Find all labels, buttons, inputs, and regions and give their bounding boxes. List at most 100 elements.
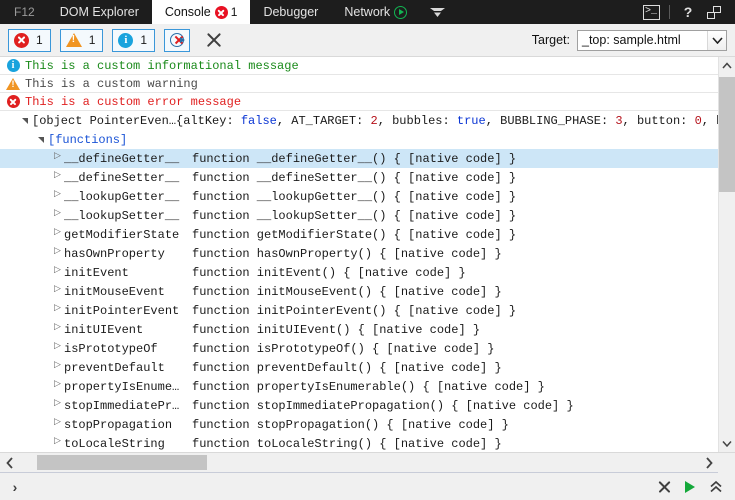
function-row[interactable]: __defineGetter__function __defineGetter_… (0, 149, 718, 168)
console-message-text: This is a custom warning (22, 77, 198, 91)
expander-collapsed-icon[interactable] (54, 230, 60, 240)
run-script-button[interactable] (677, 475, 703, 499)
toolbar-divider (669, 5, 670, 19)
chevron-down-icon[interactable] (420, 0, 455, 24)
function-value: function initUIEvent() { [native code] } (192, 323, 480, 337)
scroll-left-button[interactable] (0, 453, 19, 473)
console-message-warning[interactable]: This is a custom warning (0, 75, 718, 93)
console-message-text: This is a custom error message (22, 95, 241, 109)
function-row[interactable]: toLocaleStringfunction toLocaleString() … (0, 434, 718, 452)
target-label: Target: (532, 33, 570, 47)
expander-collapsed-icon[interactable] (54, 344, 60, 354)
console-input[interactable] (24, 476, 651, 498)
vertical-scroll-thumb[interactable] (719, 77, 735, 192)
expander-collapsed-icon[interactable] (54, 325, 60, 335)
warning-icon (4, 78, 22, 90)
function-row[interactable]: __lookupSetter__function __lookupSetter_… (0, 206, 718, 225)
prompt-chevron-icon: › (6, 479, 24, 495)
function-name: __lookupSetter__ (64, 209, 192, 223)
preview-number: 2 (370, 114, 377, 128)
function-value: function initMouseEvent() { [native code… (192, 285, 502, 299)
function-row[interactable]: hasOwnPropertyfunction hasOwnProperty() … (0, 244, 718, 263)
clear-on-navigate-toggle[interactable] (164, 29, 190, 52)
expander-collapsed-icon[interactable] (54, 439, 60, 449)
tab-dom-explorer[interactable]: DOM Explorer (47, 0, 152, 24)
expand-input-button[interactable] (703, 475, 729, 499)
window-restore-icon[interactable] (701, 0, 727, 24)
function-value: function __defineGetter__() { [native co… (192, 152, 516, 166)
console-message-info[interactable]: This is a custom informational message (0, 57, 718, 75)
function-row[interactable]: __defineSetter__function __defineSetter_… (0, 168, 718, 187)
expander-collapsed-icon[interactable] (54, 306, 60, 316)
function-row[interactable]: preventDefaultfunction preventDefault() … (0, 358, 718, 377)
error-icon (14, 33, 29, 48)
errors-filter-button[interactable]: 1 (8, 29, 51, 52)
chevron-left-icon (6, 457, 14, 469)
help-icon[interactable]: ? (675, 0, 701, 24)
tab-console-error-badge: 1 (215, 5, 238, 19)
chevron-right-icon (705, 457, 713, 469)
expander-collapsed-icon[interactable] (54, 249, 60, 259)
function-row[interactable]: getModifierStatefunction getModifierStat… (0, 225, 718, 244)
expander-collapsed-icon[interactable] (54, 401, 60, 411)
function-row[interactable]: initUIEventfunction initUIEvent() { [nat… (0, 320, 718, 339)
devtools-tabbar: F12 DOM Explorer Console 1 Debugger Netw… (0, 0, 735, 24)
preview-text: , button: (623, 114, 695, 128)
function-name: isPrototypeOf (64, 342, 192, 356)
clear-input-button[interactable] (651, 475, 677, 499)
expander-collapsed-icon[interactable] (54, 268, 60, 278)
console-command-line[interactable]: › (0, 472, 735, 500)
horizontal-scrollbar[interactable] (0, 452, 735, 472)
function-row[interactable]: initEventfunction initEvent() { [native … (0, 263, 718, 282)
tab-network[interactable]: Network (331, 0, 420, 24)
function-row[interactable]: stopImmediatePr…function stopImmediatePr… (0, 396, 718, 415)
warnings-filter-button[interactable]: 1 (60, 29, 104, 52)
function-value: function toLocaleString() { [native code… (192, 437, 502, 451)
expander-collapsed-icon[interactable] (54, 211, 60, 221)
info-icon (4, 59, 22, 72)
expander-collapsed-icon[interactable] (54, 420, 60, 430)
expander-expanded-icon[interactable] (22, 118, 28, 124)
vertical-scrollbar[interactable] (718, 57, 735, 452)
chevron-down-icon[interactable] (707, 31, 726, 50)
expander-collapsed-icon[interactable] (54, 287, 60, 297)
tab-console[interactable]: Console 1 (152, 0, 251, 24)
function-value: function __lookupSetter__() { [native co… (192, 209, 516, 223)
object-node-row[interactable]: [object PointerEven… {altKey: false, AT_… (0, 111, 718, 130)
expander-collapsed-icon[interactable] (54, 173, 60, 183)
console-output[interactable]: This is a custom informational message T… (0, 57, 718, 452)
info-filter-button[interactable]: 1 (112, 29, 155, 52)
function-row[interactable]: initMouseEventfunction initMouseEvent() … (0, 282, 718, 301)
expander-expanded-icon[interactable] (38, 137, 44, 143)
horizontal-scroll-thumb[interactable] (37, 455, 207, 470)
expander-collapsed-icon[interactable] (54, 192, 60, 202)
function-row[interactable]: isPrototypeOffunction isPrototypeOf() { … (0, 339, 718, 358)
scroll-up-button[interactable] (719, 57, 735, 74)
tab-debugger[interactable]: Debugger (250, 0, 331, 24)
console-prompt-icon[interactable]: >_ (638, 0, 664, 24)
clear-console-button[interactable] (202, 28, 226, 52)
function-row[interactable]: __lookupGetter__function __lookupGetter_… (0, 187, 718, 206)
vertical-scroll-track[interactable] (719, 74, 735, 435)
tab-dom-explorer-label: DOM Explorer (60, 5, 139, 19)
function-row[interactable]: initPointerEventfunction initPointerEven… (0, 301, 718, 320)
expander-collapsed-icon[interactable] (54, 154, 60, 164)
function-row[interactable]: stopPropagationfunction stopPropagation(… (0, 415, 718, 434)
object-node-label: [object PointerEven… (32, 114, 176, 128)
object-preview: {altKey: false, AT_TARGET: 2, bubbles: t… (176, 114, 718, 128)
function-row[interactable]: propertyIsEnume…function propertyIsEnume… (0, 377, 718, 396)
preview-boolean: false (241, 114, 277, 128)
function-name: __lookupGetter__ (64, 190, 192, 204)
function-name: stopPropagation (64, 418, 192, 432)
scroll-right-button[interactable] (699, 453, 718, 473)
expander-collapsed-icon[interactable] (54, 382, 60, 392)
target-dropdown[interactable]: _top: sample.html (577, 30, 727, 51)
play-circle-icon[interactable] (394, 6, 407, 19)
functions-node-row[interactable]: [functions] (0, 130, 718, 149)
function-name: getModifierState (64, 228, 192, 242)
horizontal-scroll-track[interactable] (19, 453, 699, 473)
function-list: __defineGetter__function __defineGetter_… (0, 149, 718, 452)
scroll-down-button[interactable] (719, 435, 735, 452)
expander-collapsed-icon[interactable] (54, 363, 60, 373)
console-message-error[interactable]: This is a custom error message (0, 93, 718, 111)
